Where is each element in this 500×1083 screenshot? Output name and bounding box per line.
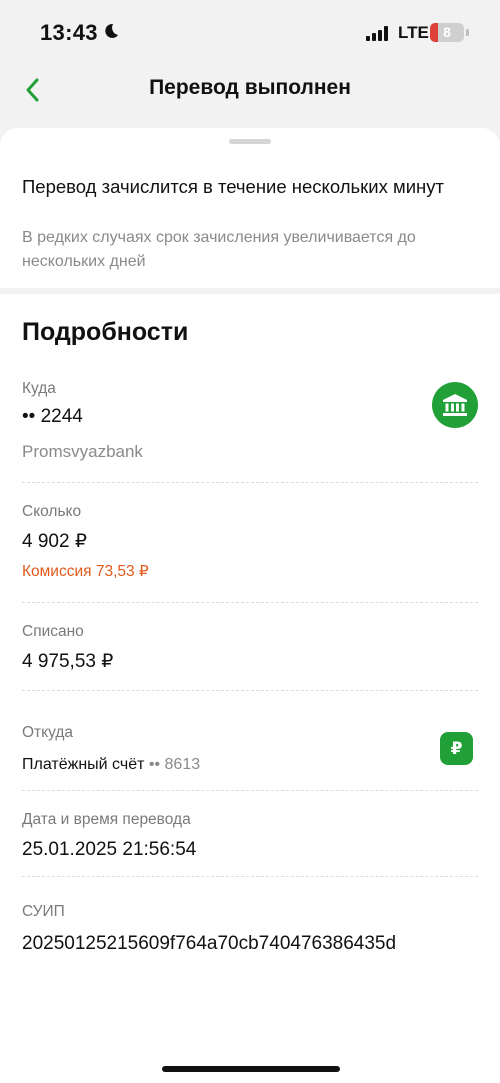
status-time: 13:43 <box>40 20 98 45</box>
ruble-account-icon: ₽ <box>440 732 473 765</box>
to-bank: Promsvyazbank <box>22 442 143 461</box>
signal-icon <box>366 26 388 41</box>
divider <box>22 876 478 877</box>
from-account-mask: •• 8613 <box>148 756 201 773</box>
battery-icon: 8 <box>430 23 464 42</box>
from-account-name: Платёжный счёт <box>22 756 145 773</box>
commission-text: Комиссия 73,53 ₽ <box>22 563 149 580</box>
home-indicator[interactable] <box>162 1066 340 1072</box>
details-title: Подробности <box>22 318 189 346</box>
suip-value[interactable]: 20250125215609f764a70cb740476386435d <box>22 930 422 957</box>
status-bar: 13:43 LTE 8 <box>0 0 500 66</box>
from-label: Откуда <box>22 724 74 741</box>
amount-value: 4 902 ₽ <box>22 531 87 552</box>
nav-bar: Перевод выполнен <box>0 66 500 116</box>
sheet-grabber[interactable] <box>229 139 271 144</box>
to-label: Куда <box>22 380 56 397</box>
bank-icon <box>432 382 478 428</box>
suip-label: СУИП <box>22 903 65 920</box>
network-type: LTE <box>398 23 429 42</box>
debited-value: 4 975,53 ₽ <box>22 651 114 672</box>
page-title: Перевод выполнен <box>149 76 351 99</box>
divider <box>22 482 478 483</box>
battery-tip <box>466 29 469 36</box>
datetime-value: 25.01.2025 21:56:54 <box>22 839 197 860</box>
to-card: •• 2244 <box>22 406 83 427</box>
debited-label: Списано <box>22 623 84 640</box>
notice-subtitle: В редких случаях срок зачисления увеличи… <box>22 229 416 270</box>
divider <box>22 690 478 691</box>
battery-level: 8 <box>443 24 451 40</box>
datetime-label: Дата и время перевода <box>22 811 191 828</box>
divider <box>22 602 478 603</box>
divider <box>22 790 478 791</box>
notice-title: Перевод зачислится в течение нескольких … <box>22 176 444 197</box>
details-section: Подробности Куда •• 2244 Promsvyazbank С… <box>0 294 500 1083</box>
from-account: Платёжный счёт •• 8613 <box>22 756 200 774</box>
amount-label: Сколько <box>22 503 82 520</box>
moon-icon <box>102 22 120 45</box>
